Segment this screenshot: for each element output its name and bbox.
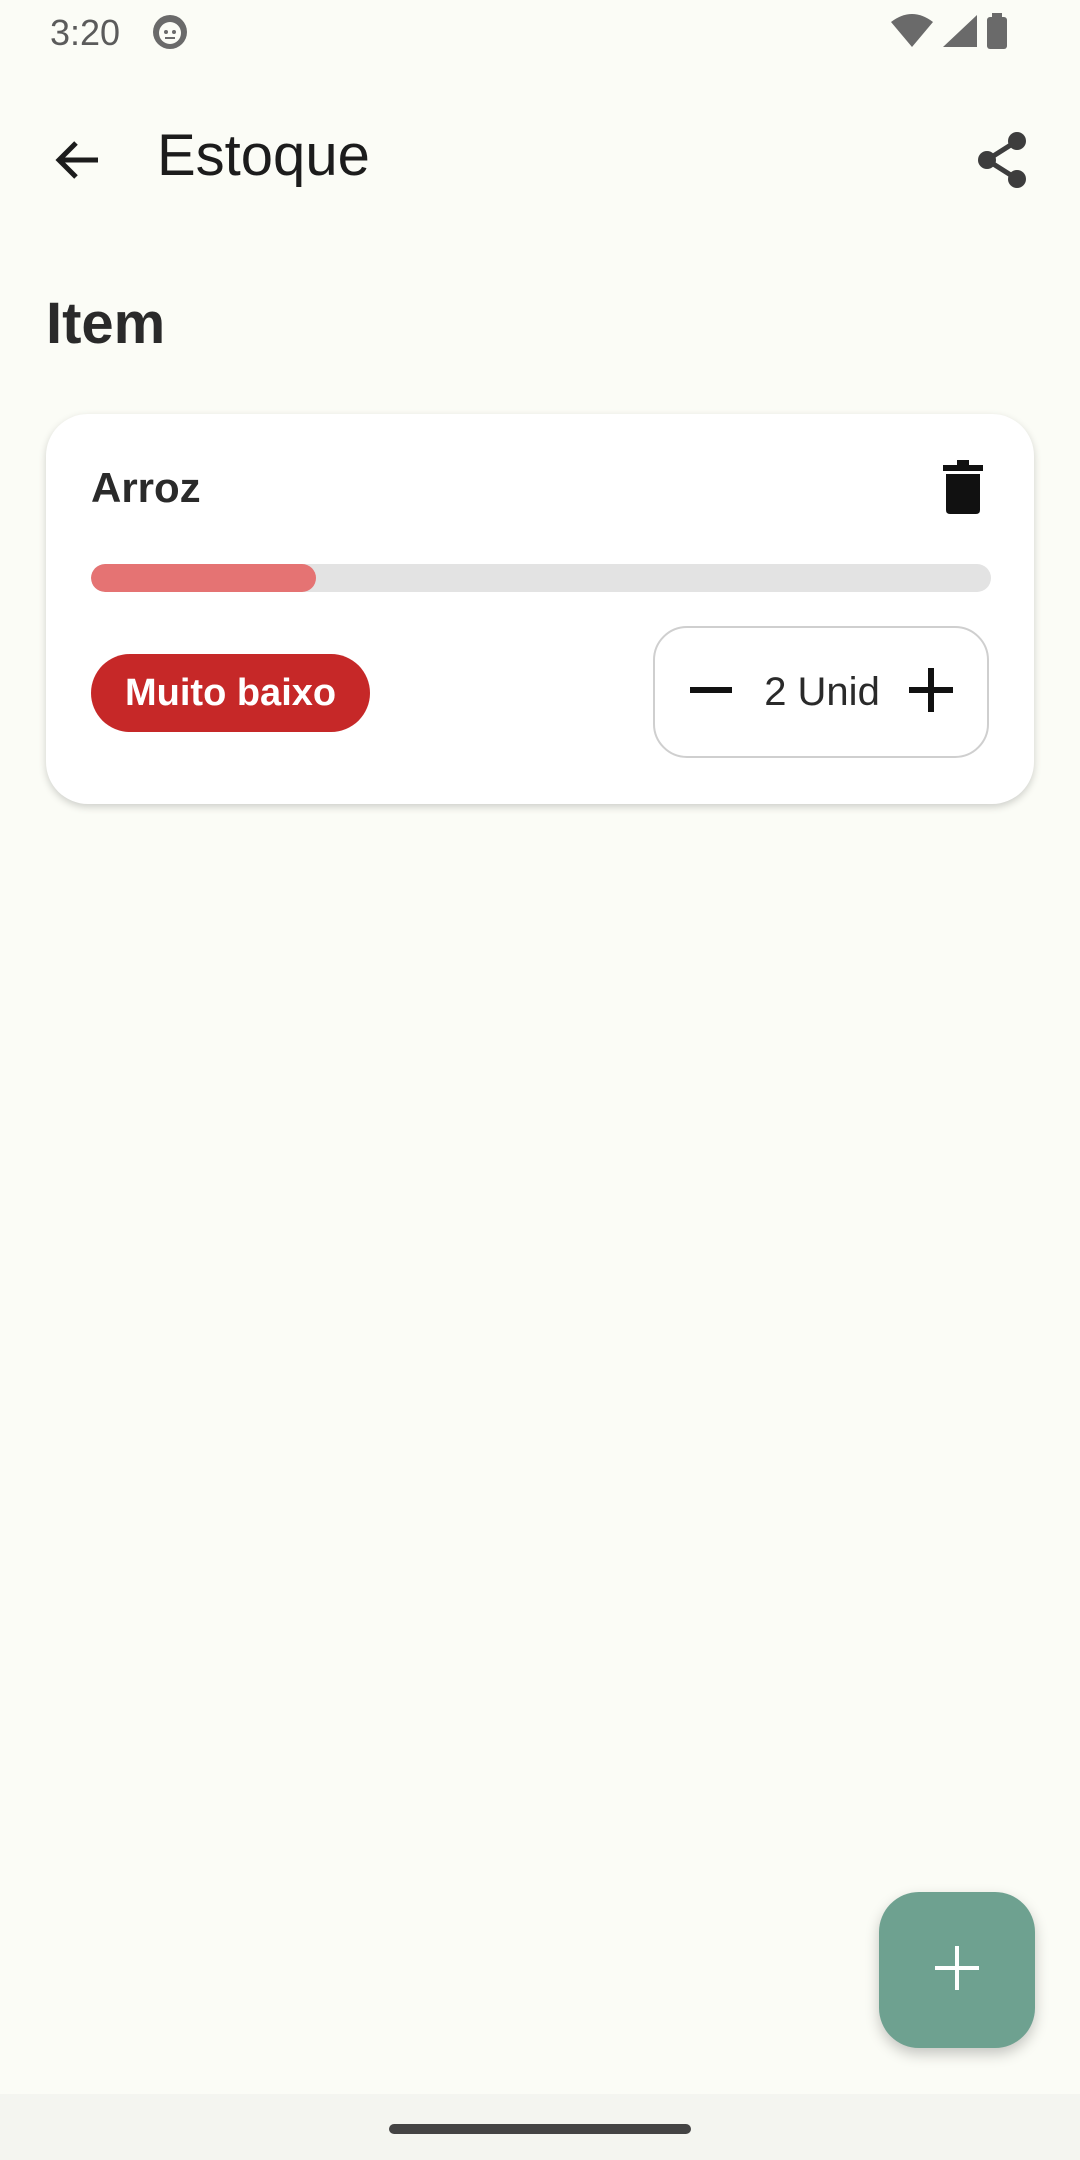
increment-button[interactable] [889,650,973,734]
back-button[interactable] [38,122,118,202]
quantity-stepper: 2 Unid [653,626,989,758]
delete-button[interactable] [928,454,998,524]
status-badge: Muito baixo [91,654,371,732]
status-time: 3:20 [50,12,121,53]
page-title: Estoque [157,123,370,188]
stock-level-bar [91,564,991,592]
minus-icon [690,669,732,716]
navigation-bar [0,2094,1080,2160]
share-icon [975,131,1029,194]
status-bar: 3:20 [0,0,1080,66]
arrow-back-icon [52,134,104,191]
plus-icon [935,1945,979,1995]
stock-level-fill [91,564,316,592]
quantity-value: 2 Unid [764,669,880,714]
signal-icon [942,14,978,53]
top-app-bar: Estoque [0,96,1080,216]
gesture-handle[interactable] [389,2124,691,2134]
add-item-fab[interactable] [879,1892,1035,2048]
app-notification-icon [152,14,188,50]
item-card[interactable]: Arroz Muito baixo 2 Unid [46,414,1034,804]
plus-icon [909,667,953,717]
item-name: Arroz [91,464,201,511]
wifi-icon [890,13,934,53]
share-button[interactable] [962,122,1042,202]
decrement-button[interactable] [669,650,753,734]
battery-icon [986,12,1008,54]
section-title: Item [46,291,166,356]
status-icons [890,12,1008,54]
trash-icon [943,459,983,519]
